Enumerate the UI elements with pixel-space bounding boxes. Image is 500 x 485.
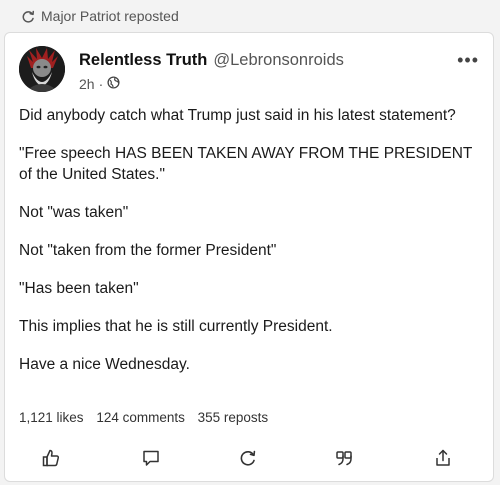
post-stats: 1,121 likes 124 comments 355 reposts — [19, 410, 277, 425]
author-row: Relentless Truth @Lebronsonroids — [79, 51, 344, 70]
globe-icon — [107, 76, 120, 92]
more-options-button[interactable]: ••• — [457, 50, 479, 71]
post-paragraph: Did anybody catch what Trump just said i… — [19, 107, 456, 124]
repost-indicator[interactable]: Major Patriot reposted — [0, 0, 500, 32]
post-paragraph: Have a nice Wednesday. — [19, 356, 190, 373]
post-card: Relentless Truth @Lebronsonroids 2h · •••… — [4, 32, 494, 482]
quote-button[interactable] — [332, 448, 356, 472]
post-meta: 2h · — [79, 76, 120, 92]
repost-icon — [239, 449, 257, 472]
post-body: Did anybody catch what Trump just said i… — [19, 105, 481, 392]
avatar[interactable] — [19, 46, 65, 92]
quote-icon — [334, 448, 354, 473]
repost-text: Major Patriot reposted — [41, 8, 179, 24]
author-handle[interactable]: @Lebronsonroids — [213, 51, 344, 69]
author-display-name[interactable]: Relentless Truth — [79, 51, 207, 69]
comment-icon — [141, 448, 161, 473]
repost-button[interactable] — [236, 448, 260, 472]
share-button[interactable] — [431, 448, 455, 472]
like-button[interactable] — [39, 448, 63, 472]
post-paragraph: Not "was taken" — [19, 204, 129, 221]
like-icon — [41, 448, 61, 473]
post-timestamp[interactable]: 2h — [79, 76, 95, 92]
post-header: Relentless Truth @Lebronsonroids 2h · ••• — [19, 46, 479, 96]
post-paragraph: "Has been taken" — [19, 280, 139, 297]
reposts-count[interactable]: 355 reposts — [198, 410, 269, 425]
post-paragraph: "Free speech HAS BEEN TAKEN AWAY FROM TH… — [19, 145, 473, 183]
action-bar — [5, 448, 493, 474]
post-paragraph: Not "taken from the former President" — [19, 242, 277, 259]
likes-count[interactable]: 1,121 likes — [19, 410, 84, 425]
comment-button[interactable] — [139, 448, 163, 472]
comments-count[interactable]: 124 comments — [96, 410, 185, 425]
meta-separator: · — [98, 76, 104, 92]
post-paragraph: This implies that he is still currently … — [19, 318, 333, 335]
share-icon — [433, 448, 453, 473]
repost-icon — [22, 10, 35, 23]
